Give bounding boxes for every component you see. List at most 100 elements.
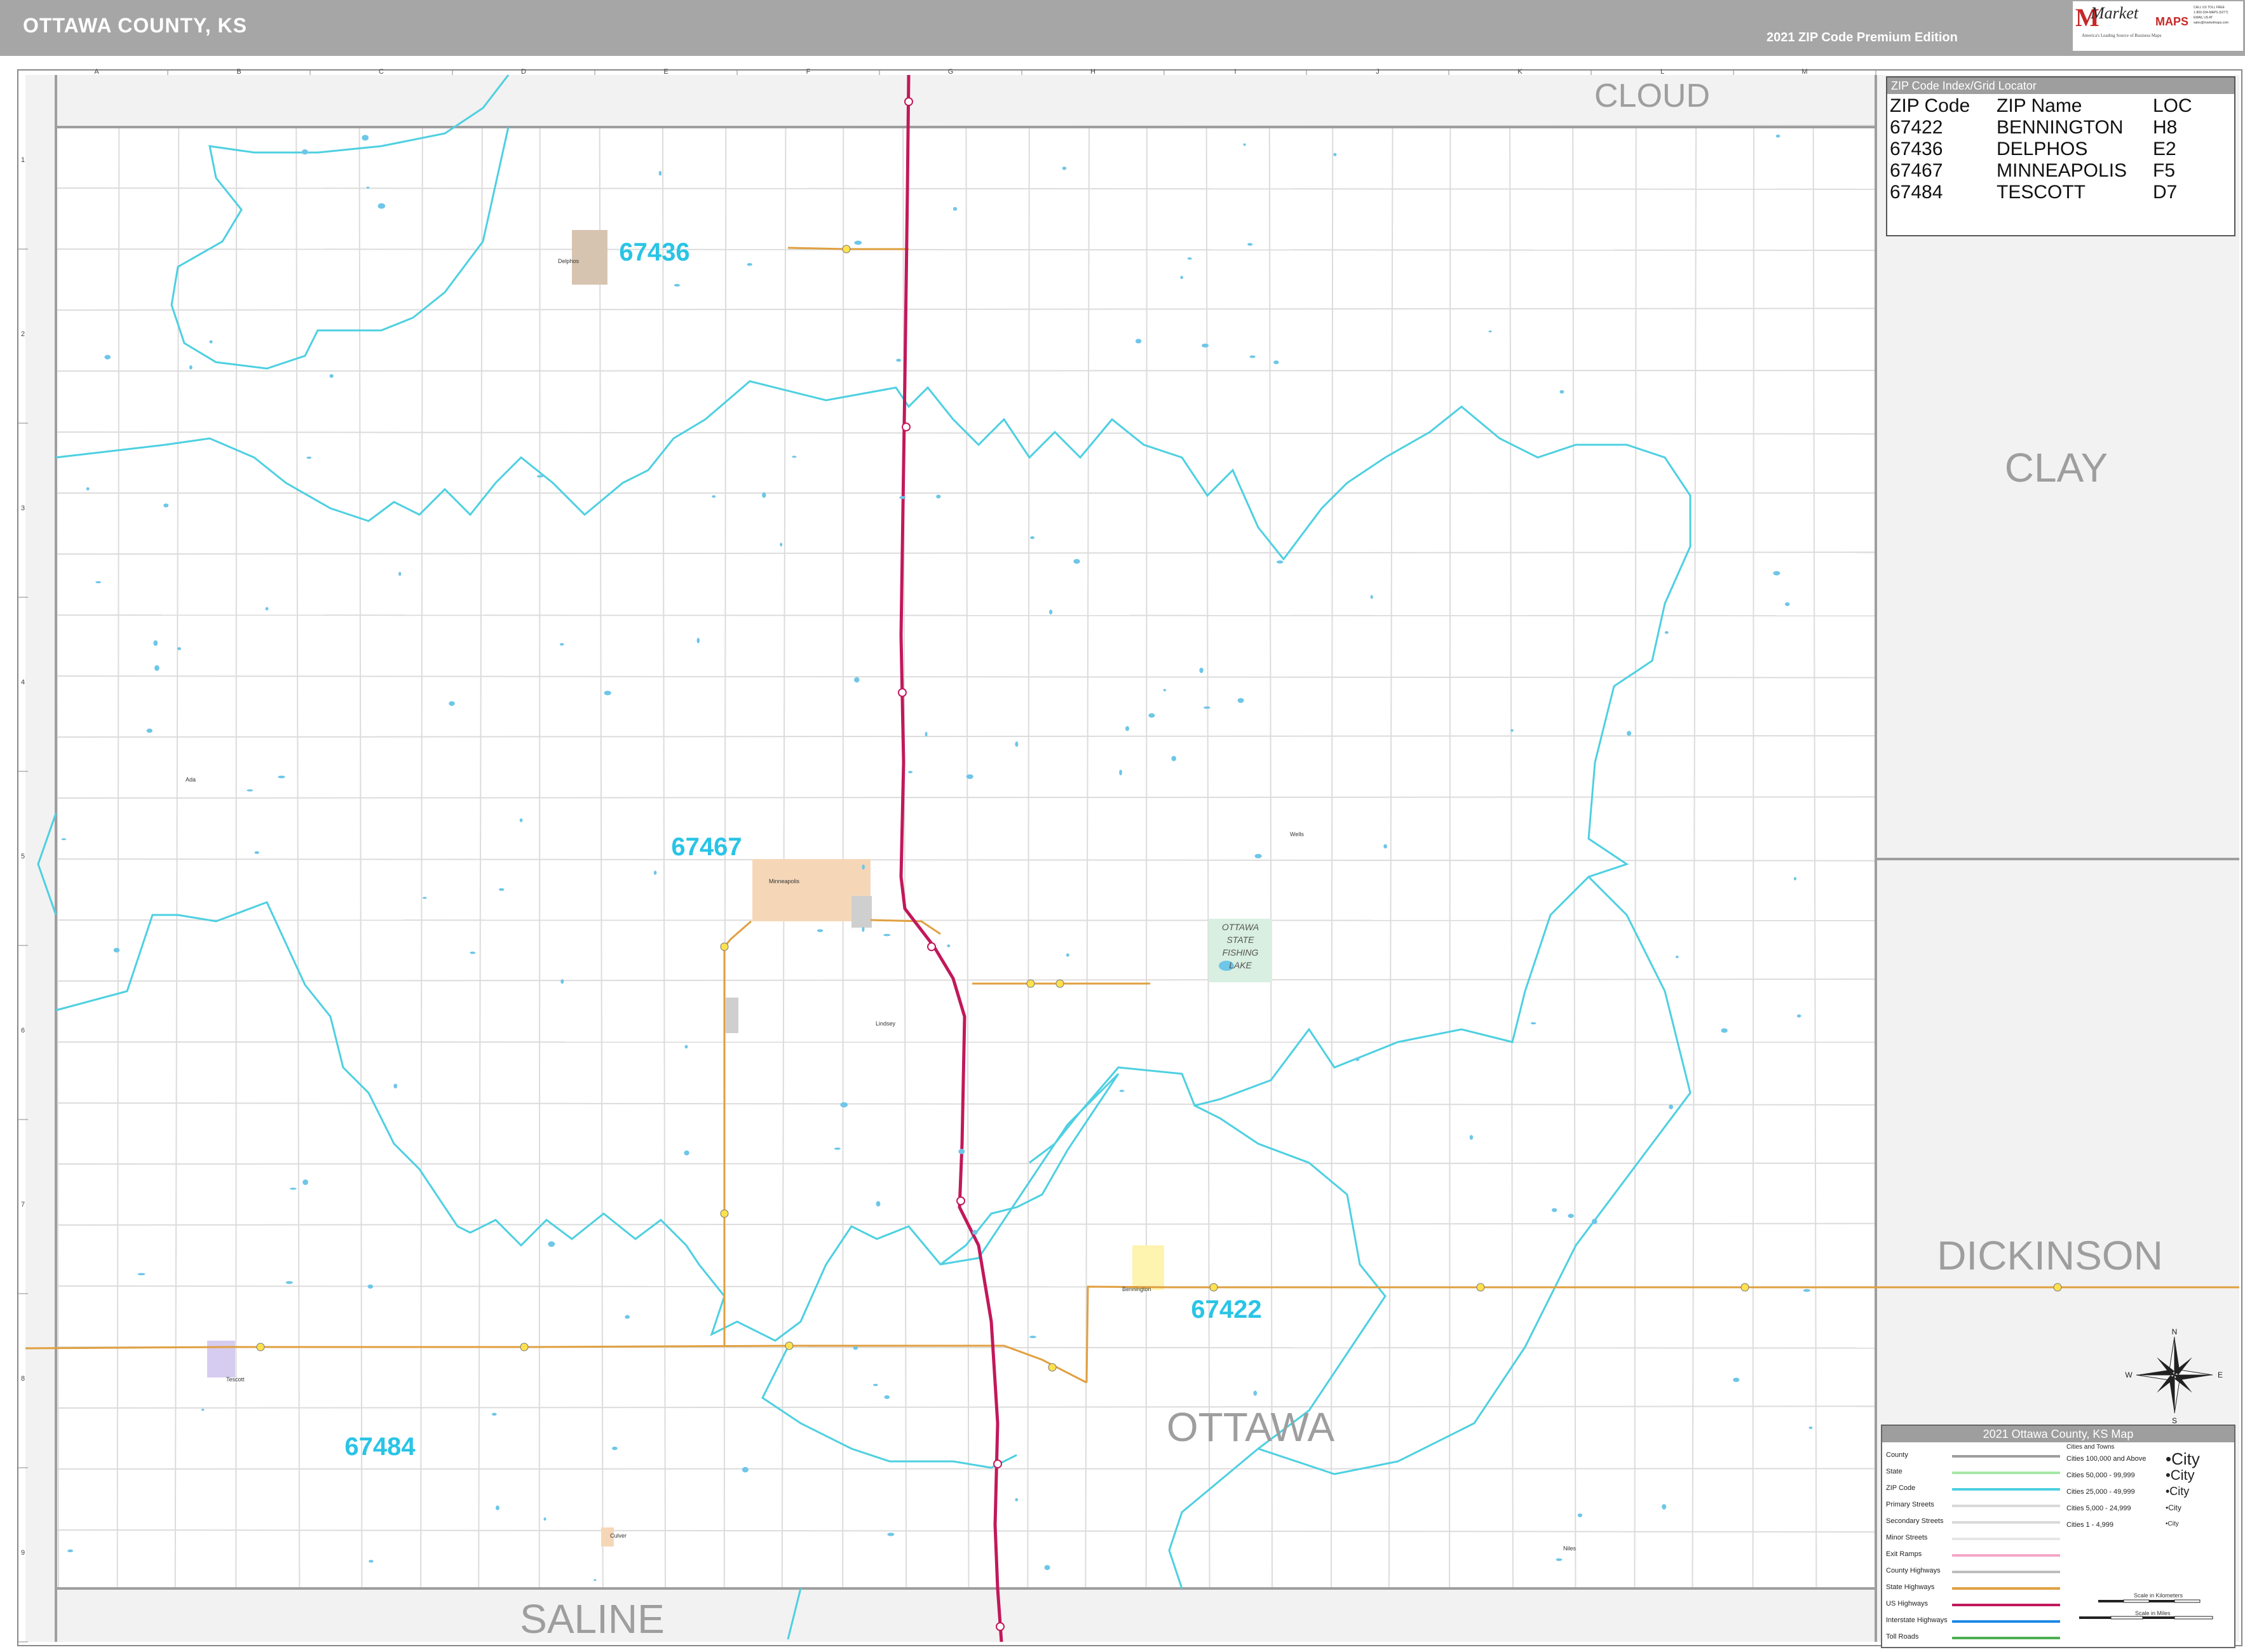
- pond: [189, 365, 193, 370]
- grid-column-label: B: [236, 68, 241, 76]
- zip-code-cell: 67484: [1890, 182, 1943, 203]
- pond: [1793, 877, 1797, 881]
- pond: [696, 637, 700, 644]
- compass-n: N: [2172, 1327, 2178, 1336]
- scale-mi-label: Scale in Miles: [2135, 1610, 2171, 1616]
- legend-item: Minor Streets: [1886, 1534, 1928, 1541]
- table-row[interactable]: 67467 MINNEAPOLIS F5: [1890, 160, 2223, 182]
- logo-brand-bottom: MAPS: [2155, 15, 2189, 28]
- grid-column-label: H: [1090, 68, 1095, 76]
- logo-brand-top: Market: [2091, 4, 2139, 22]
- place-label: Tescott: [226, 1376, 245, 1383]
- zip-code-cell: 67422: [1890, 117, 1943, 138]
- legend-city-class: Cities 100,000 and Above: [2066, 1455, 2147, 1463]
- highway-shield: [520, 1343, 529, 1351]
- pond: [560, 979, 564, 984]
- pond: [1163, 689, 1167, 691]
- pond: [1273, 360, 1279, 365]
- legend-item: Exit Ramps: [1886, 1550, 1922, 1558]
- pond: [883, 933, 891, 937]
- page-title: OTTAWA COUNTY, KS: [23, 14, 247, 37]
- zip-index-header-row: ZIP Code ZIP Name LOC: [1890, 95, 2223, 117]
- outside-south: [56, 1588, 1876, 1642]
- grid-row-label: 8: [21, 1375, 25, 1383]
- legend-item: Primary Streets: [1886, 1501, 1934, 1508]
- place-label: Lindsey: [876, 1020, 896, 1027]
- pond: [247, 789, 254, 792]
- pond: [1773, 571, 1780, 576]
- pond: [1784, 602, 1790, 606]
- section-road: [55, 919, 1876, 921]
- zip-loc-cell: F5: [2153, 160, 2176, 181]
- pond: [1733, 1378, 1740, 1383]
- us-highway-shield: [904, 97, 913, 106]
- city-bennington[interactable]: [1132, 1245, 1164, 1290]
- pond: [1277, 560, 1284, 564]
- edition-label: 2021 ZIP Code Premium Edition: [1767, 30, 1958, 44]
- highway-shield: [785, 1341, 794, 1350]
- pond: [853, 1346, 858, 1350]
- table-row[interactable]: 67422 BENNINGTON H8: [1890, 117, 2223, 139]
- table-row[interactable]: 67484 TESCOTT D7: [1890, 182, 2223, 203]
- pond: [278, 775, 285, 778]
- section-road: [1752, 126, 1754, 1589]
- pond: [113, 947, 120, 952]
- county-map[interactable]: ABCDEFGHIJKLM 123456789 CLOUD CLAY DICKI…: [0, 64, 2245, 1652]
- pond: [762, 492, 766, 498]
- zip-label-67484[interactable]: 67484: [344, 1433, 416, 1461]
- pond: [876, 1201, 881, 1207]
- section-road: [538, 126, 541, 1589]
- pond: [612, 1446, 618, 1451]
- pond: [1552, 1208, 1557, 1212]
- pond: [742, 1466, 749, 1473]
- pond: [1253, 1390, 1258, 1396]
- table-row[interactable]: 67436 DELPHOS E2: [1890, 139, 2223, 160]
- pond: [449, 701, 455, 707]
- legend-item: ZIP Code: [1886, 1484, 1916, 1492]
- pond: [496, 1505, 499, 1510]
- zip-code-cell: 67436: [1890, 139, 1943, 159]
- logo-contact-line: 1-800-334-MAPS (6277): [2194, 11, 2228, 15]
- legend-item: Toll Roads: [1886, 1633, 1919, 1641]
- county-label-ottawa: OTTAWA: [1167, 1404, 1335, 1450]
- zip-label-67436[interactable]: 67436: [619, 238, 689, 266]
- pond: [362, 135, 369, 141]
- place-label: Niles: [1563, 1545, 1577, 1552]
- grid-column-label: I: [1234, 68, 1236, 76]
- pond: [369, 1560, 374, 1563]
- city-delphos[interactable]: [572, 230, 607, 285]
- pond: [209, 340, 213, 344]
- grid-row-label: 2: [21, 330, 25, 338]
- pond: [1199, 667, 1204, 674]
- highway-shield: [1055, 979, 1064, 988]
- pond: [1627, 731, 1632, 736]
- pond: [306, 456, 312, 459]
- pond: [1204, 706, 1211, 709]
- pond: [1249, 355, 1256, 358]
- pond: [1469, 1135, 1474, 1140]
- pond: [559, 643, 564, 646]
- pond: [593, 1579, 597, 1581]
- legend-city-sample: •City: [2166, 1520, 2179, 1527]
- county-label-dickinson: DICKINSON: [1937, 1233, 2163, 1278]
- zip-label-67422[interactable]: 67422: [1191, 1296, 1261, 1324]
- legend-city-sample: •City: [2166, 1467, 2195, 1483]
- logo-contact: CALL US TOLL FREE 1-800-334-MAPS (6277) …: [2194, 5, 2241, 25]
- pond: [1119, 769, 1122, 776]
- pond: [393, 1083, 398, 1089]
- pond: [747, 263, 752, 266]
- pond: [366, 186, 370, 189]
- pond: [1488, 330, 1492, 333]
- pond: [86, 487, 90, 491]
- pond: [329, 374, 334, 378]
- pond: [377, 203, 386, 209]
- pond: [925, 731, 928, 737]
- pond: [684, 1045, 688, 1049]
- pond: [1664, 631, 1669, 634]
- map-legend: 2021 Ottawa County, KS Map Cities and To…: [1881, 1425, 2235, 1648]
- scale-bar-segment: [2174, 1616, 2213, 1620]
- lake-label-line: STATE: [1226, 935, 1254, 945]
- zip-label-67467[interactable]: 67467: [671, 833, 742, 861]
- highway-shield: [1476, 1283, 1485, 1292]
- legend-city-sample: •City: [2166, 1503, 2181, 1512]
